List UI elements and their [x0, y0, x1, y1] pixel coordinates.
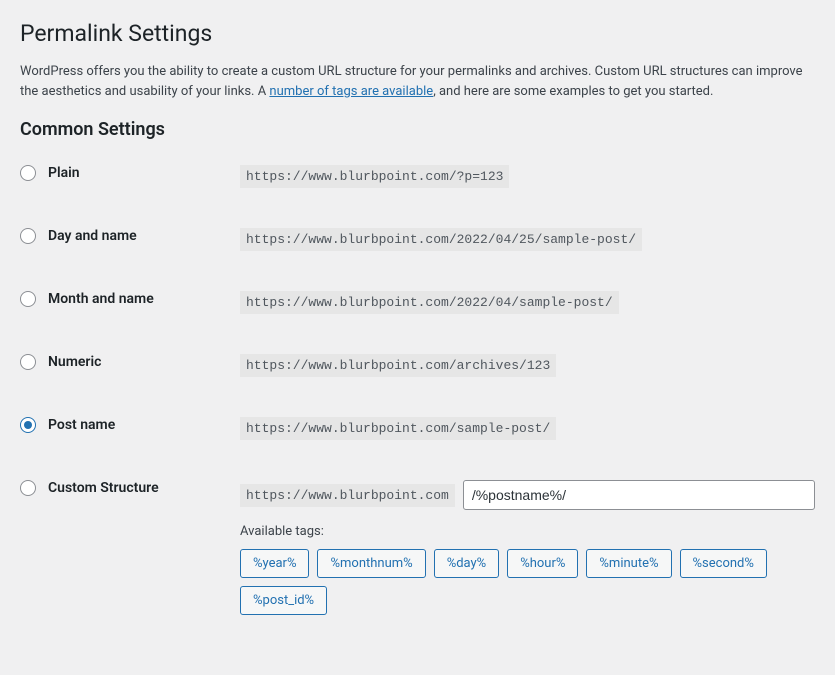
option-numeric-label[interactable]: Numeric — [20, 354, 240, 370]
available-tags-label: Available tags: — [240, 524, 815, 539]
option-postname-text: Post name — [48, 417, 115, 433]
page-title: Permalink Settings — [20, 20, 815, 47]
option-monthname-row: Month and name https://www.blurbpoint.co… — [20, 291, 815, 314]
option-dayname-label[interactable]: Day and name — [20, 228, 240, 244]
option-monthname-text: Month and name — [48, 291, 154, 307]
option-plain-row: Plain https://www.blurbpoint.com/?p=123 — [20, 165, 815, 188]
option-dayname-example: https://www.blurbpoint.com/2022/04/25/sa… — [240, 228, 642, 251]
option-numeric-row: Numeric https://www.blurbpoint.com/archi… — [20, 354, 815, 377]
option-custom-row: Custom Structure https://www.blurbpoint.… — [20, 480, 815, 615]
option-postname-row: Post name https://www.blurbpoint.com/sam… — [20, 417, 815, 440]
option-plain-example: https://www.blurbpoint.com/?p=123 — [240, 165, 509, 188]
option-dayname-text: Day and name — [48, 228, 137, 244]
option-postname-radio[interactable] — [20, 417, 36, 433]
tags-available-link[interactable]: number of tags are available — [269, 84, 433, 99]
tag-year-button[interactable]: %year% — [240, 549, 309, 578]
option-plain-label[interactable]: Plain — [20, 165, 240, 181]
option-numeric-radio[interactable] — [20, 354, 36, 370]
intro-part2: , and here are some examples to get you … — [433, 84, 713, 99]
option-monthname-radio[interactable] — [20, 291, 36, 307]
option-monthname-label[interactable]: Month and name — [20, 291, 240, 307]
option-custom-label[interactable]: Custom Structure — [20, 480, 240, 496]
option-postname-example: https://www.blurbpoint.com/sample-post/ — [240, 417, 556, 440]
common-settings-heading: Common Settings — [20, 119, 815, 140]
option-dayname-radio[interactable] — [20, 228, 36, 244]
option-dayname-row: Day and name https://www.blurbpoint.com/… — [20, 228, 815, 251]
custom-structure-input[interactable] — [463, 480, 815, 510]
option-monthname-example: https://www.blurbpoint.com/2022/04/sampl… — [240, 291, 619, 314]
intro-text: WordPress offers you the ability to crea… — [20, 62, 815, 101]
option-custom-text: Custom Structure — [48, 480, 159, 496]
tag-monthnum-button[interactable]: %monthnum% — [317, 549, 425, 578]
tag-day-button[interactable]: %day% — [434, 549, 500, 578]
tag-postid-button[interactable]: %post_id% — [240, 586, 327, 615]
option-custom-radio[interactable] — [20, 480, 36, 496]
tags-row: %year% %monthnum% %day% %hour% %minute% … — [240, 549, 815, 615]
tag-hour-button[interactable]: %hour% — [507, 549, 578, 578]
tag-second-button[interactable]: %second% — [680, 549, 767, 578]
option-numeric-example: https://www.blurbpoint.com/archives/123 — [240, 354, 556, 377]
option-plain-radio[interactable] — [20, 165, 36, 181]
tag-minute-button[interactable]: %minute% — [586, 549, 671, 578]
option-plain-text: Plain — [48, 165, 80, 181]
custom-base-url: https://www.blurbpoint.com — [240, 484, 455, 507]
option-postname-label[interactable]: Post name — [20, 417, 240, 433]
option-numeric-text: Numeric — [48, 354, 101, 370]
